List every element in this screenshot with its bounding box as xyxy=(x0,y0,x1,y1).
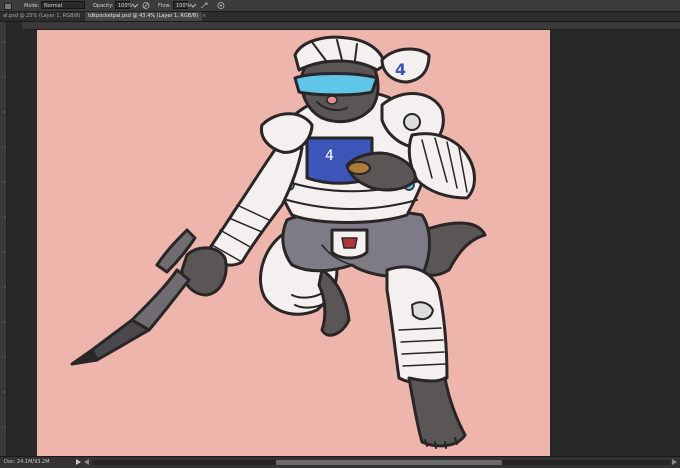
tab-label: tdkpocketpal.psd @ 43.4% (Layer 1, RGB/8… xyxy=(88,13,199,19)
left-hand xyxy=(180,246,228,297)
opacity-input[interactable]: 100% xyxy=(115,1,132,9)
flow-label: Flow: xyxy=(158,3,171,9)
status-bar: Doc: 24.1M/93.2M xyxy=(0,456,680,468)
ruler-ticks xyxy=(3,41,6,428)
character-artwork: 4 4 xyxy=(70,35,487,449)
opacity-dropdown-icon[interactable] xyxy=(131,1,141,10)
svg-text:4: 4 xyxy=(325,148,334,164)
scroll-right-icon[interactable] xyxy=(672,459,677,465)
horizontal-scrollbar-thumb[interactable] xyxy=(276,460,502,465)
pressure-size-icon[interactable] xyxy=(216,1,226,10)
flow-input[interactable]: 100% xyxy=(173,1,190,9)
flow-dropdown-icon[interactable] xyxy=(189,1,199,10)
document-canvas[interactable]: 4 4 xyxy=(37,30,550,456)
tab-tdkpocketpal-psd[interactable]: tdkpocketpal.psd @ 43.4% (Layer 1, RGB/8… xyxy=(85,12,206,21)
tab-al-psd[interactable]: al.psd @ 25% (Layer 1, RGB/8)× xyxy=(0,12,89,21)
visor xyxy=(293,72,379,97)
document-tab-bar: al.psd @ 25% (Layer 1, RGB/8)× tdkpocket… xyxy=(0,12,680,22)
doc-size-readout[interactable]: Doc: 24.1M/93.2M xyxy=(4,459,50,465)
pressure-opacity-icon[interactable] xyxy=(141,1,151,10)
horizontal-ruler xyxy=(22,22,680,37)
front-foot xyxy=(407,376,467,448)
close-icon[interactable]: × xyxy=(202,13,206,19)
vertical-ruler xyxy=(0,22,7,456)
back-foot xyxy=(317,268,351,337)
mode-label: Mode: xyxy=(24,3,40,9)
airbrush-icon[interactable] xyxy=(199,1,209,10)
blaster xyxy=(130,268,191,332)
mode-select[interactable]: Normal xyxy=(41,1,85,9)
scroll-left-icon[interactable] xyxy=(84,459,89,465)
opacity-label: Opacity: xyxy=(93,3,114,9)
play-icon[interactable] xyxy=(76,459,81,465)
options-bar-tool-preset[interactable] xyxy=(4,3,12,12)
options-bar: Mode: Normal Opacity: 100% Flow: 100% xyxy=(0,0,680,12)
tab-label: al.psd @ 25% (Layer 1, RGB/8) xyxy=(3,13,81,19)
svg-text:4: 4 xyxy=(395,60,406,79)
